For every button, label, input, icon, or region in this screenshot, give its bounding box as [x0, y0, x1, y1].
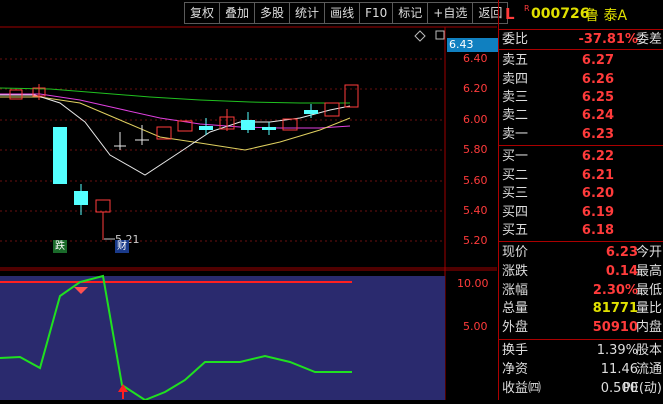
y-tick: 6.40 [463, 52, 488, 65]
y-tick: 6.20 [463, 82, 488, 95]
toolbar-button-add-watchlist[interactable]: +自选 [428, 2, 474, 24]
toolbar-button-multi-stock[interactable]: 多股 [255, 2, 291, 24]
sell-row[interactable]: 卖一 6.23 [499, 125, 663, 144]
indicator-tick: 5.00 [463, 320, 488, 333]
indicator-tick: 10.00 [457, 277, 489, 290]
stat-row: 现价 6.23 今开 [502, 245, 662, 260]
y-tick: 5.60 [463, 174, 488, 187]
toolbar-button-f10[interactable]: F10 [360, 2, 394, 24]
weibi-label: 委比 [502, 32, 529, 47]
toolbar-button-stats[interactable]: 统计 [290, 2, 326, 24]
stock-header: L R 000726 鲁 泰A [499, 0, 663, 28]
buy-row[interactable]: 买五 6.18 [499, 221, 663, 240]
weibi-value: -37.81% [578, 32, 638, 47]
current-price-tag: 6.43 [447, 38, 499, 52]
stat-row: 涨幅 2.30% 最低 [502, 283, 662, 298]
sell-row[interactable]: 卖四 6.26 [499, 70, 663, 89]
fund-row: 换手 1.39% 股本 [502, 343, 662, 358]
sell-row[interactable]: 卖二 6.24 [499, 106, 663, 125]
fund-row: 收益㈣ 0.500 PE(动) [502, 381, 662, 396]
y-tick: 5.20 [463, 234, 488, 247]
buy-row[interactable]: 买三 6.20 [499, 184, 663, 203]
square-icon[interactable] [435, 30, 445, 40]
y-tick: 6.00 [463, 113, 488, 126]
stat-row: 外盘 50910 内盘 [502, 320, 662, 335]
y-tick: 5.40 [463, 204, 488, 217]
buy-row[interactable]: 买四 6.19 [499, 203, 663, 222]
stock-code: 000726 [531, 6, 590, 22]
quote-panel: L R 000726 鲁 泰A 委比 -37.81% 委差 卖五 6.27 卖四 6… [498, 0, 663, 400]
sell-row[interactable]: 卖三 6.25 [499, 88, 663, 107]
ma-line-white [0, 94, 351, 176]
toolbar-button-restore-rights[interactable]: 复权 [184, 2, 221, 24]
toolbar-button-mark[interactable]: 标记 [393, 2, 429, 24]
fund-row: 净资 11.46 流通 [502, 362, 662, 377]
stat-row: 涨跌 0.14 最高 [502, 264, 662, 279]
toolbar-button-overlay[interactable]: 叠加 [220, 2, 256, 24]
stat-row: 总量 81771 量比 [502, 301, 662, 316]
badge-die[interactable]: 跌 [53, 240, 67, 253]
stock-name: 鲁 泰A [585, 8, 628, 24]
candlesticks [9, 84, 359, 240]
flag-label: R [524, 4, 530, 13]
sell-row[interactable]: 卖五 6.27 [499, 51, 663, 70]
toolbar: 复权 叠加 多股 统计 画线 F10 标记 +自选 返回 [184, 2, 509, 24]
kline-chart-svg[interactable]: 5.21 [0, 0, 497, 402]
market-label: L [505, 5, 515, 23]
badge-cai[interactable]: 财 [115, 240, 129, 253]
toolbar-button-draw[interactable]: 画线 [325, 2, 361, 24]
indicator-panel-bg [0, 276, 445, 400]
kline-chart-area[interactable]: 5.21 6.43 6.40 6.20 6.00 5.80 5.60 5.40 … [0, 0, 499, 402]
buy-row[interactable]: 买二 6.21 [499, 166, 663, 185]
buy-row[interactable]: 买一 6.22 [499, 147, 663, 166]
y-tick: 5.80 [463, 143, 488, 156]
weibi-row: 委比 -37.81% 委差 [499, 30, 663, 49]
diamond-icon[interactable] [414, 30, 426, 42]
weicha-label: 委差 [635, 32, 662, 47]
